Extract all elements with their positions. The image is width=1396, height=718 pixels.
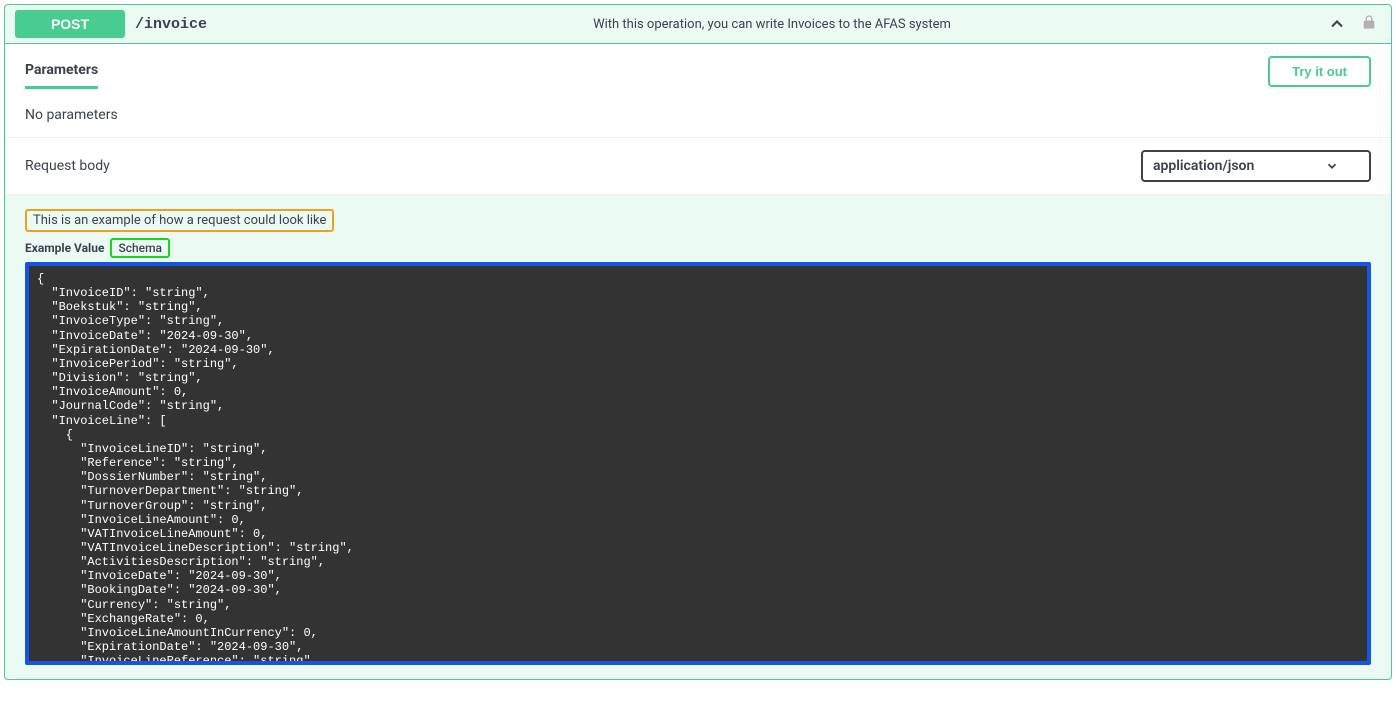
path-text: /invoice <box>125 16 217 33</box>
request-body-header: Request body application/json <box>5 138 1391 195</box>
request-hint-text: This is an example of how a request coul… <box>25 209 334 232</box>
operation-summary[interactable]: POST /invoice With this operation, you c… <box>5 5 1391 44</box>
tab-example-value[interactable]: Example Value <box>25 241 104 255</box>
no-parameters-text: No parameters <box>5 89 1391 138</box>
example-json-code[interactable]: { "InvoiceID": "string", "Boekstuk": "st… <box>29 266 1367 661</box>
parameters-header: Parameters Try it out <box>5 44 1391 89</box>
chevron-up-icon[interactable] <box>1327 14 1347 34</box>
operation-description: With this operation, you can write Invoi… <box>217 17 1327 32</box>
content-type-value: application/json <box>1153 158 1254 174</box>
chevron-down-icon <box>1325 159 1339 173</box>
tab-schema[interactable]: Schema <box>110 238 170 258</box>
try-it-out-button[interactable]: Try it out <box>1268 56 1371 87</box>
operation-block: POST /invoice With this operation, you c… <box>4 4 1392 680</box>
request-body-label: Request body <box>25 158 110 174</box>
example-code-wrapper: { "InvoiceID": "string", "Boekstuk": "st… <box>25 262 1371 665</box>
http-method-badge: POST <box>15 10 125 38</box>
lock-icon[interactable] <box>1361 14 1377 34</box>
tab-parameters[interactable]: Parameters <box>25 54 98 89</box>
request-body-section: This is an example of how a request coul… <box>5 195 1391 679</box>
content-type-select[interactable]: application/json <box>1141 150 1371 182</box>
